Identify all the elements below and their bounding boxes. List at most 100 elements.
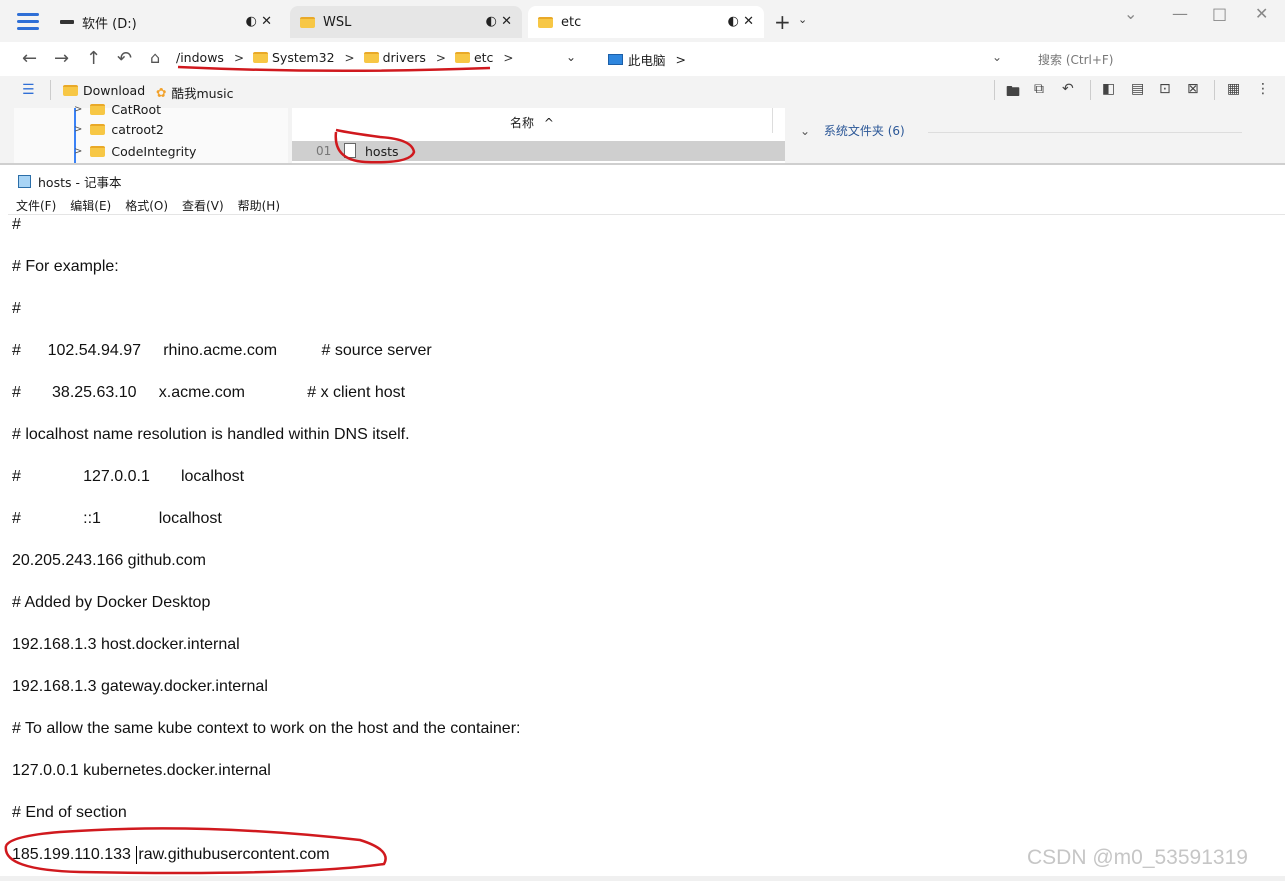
menu-icon[interactable] (17, 13, 39, 31)
chevron-down-icon[interactable]: ⌄ (798, 13, 807, 26)
group-system-folders[interactable]: ⌄ 系统文件夹 (6) (800, 122, 905, 139)
chevron-right-icon: > (233, 50, 244, 65)
close-icon[interactable]: ✕ (1255, 4, 1268, 23)
chevron-right-icon: > (675, 52, 686, 67)
breadcrumb-windows[interactable]: /indows (176, 50, 224, 65)
bookmark-label: Download (83, 83, 146, 98)
text-line: # ::1 localhost (12, 510, 222, 527)
tab-close-icon[interactable]: ◐ ✕ (246, 14, 272, 29)
folder-icon (90, 146, 106, 157)
crumb-label: /indows (176, 50, 224, 65)
file-icon (344, 143, 356, 158)
breadcrumb[interactable]: /indows > System32 > drivers > etc > (176, 50, 522, 65)
ip-text: 185.199.110.133 (12, 846, 131, 864)
tree-item-catroot2[interactable]: > catroot2 (74, 122, 164, 137)
terminal-icon[interactable]: ⊡ (1159, 81, 1171, 97)
close-pane-icon[interactable]: ⊠ (1187, 81, 1199, 97)
text-line: 192.168.1.3 gateway.docker.internal (12, 678, 268, 695)
computer-icon (608, 54, 623, 65)
undo-icon[interactable]: ↶ (117, 48, 132, 69)
bottom-border (0, 876, 1285, 881)
tree-item-catroot[interactable]: > CatRoot (74, 102, 161, 117)
divider (50, 80, 51, 100)
text-line: # (12, 300, 21, 317)
up-icon[interactable]: ↑ (86, 48, 101, 69)
folder-icon (363, 52, 379, 63)
folder-icon (300, 16, 315, 28)
drive-icon (60, 20, 74, 24)
home-icon[interactable]: ⌂ (150, 48, 160, 67)
minimize-window-icon[interactable]: — (1172, 4, 1188, 23)
minimize-icon[interactable]: ⌄ (1124, 4, 1137, 23)
layout-icon[interactable]: ▦ (1227, 81, 1240, 97)
copy-path-icon[interactable]: ⧉ (1034, 81, 1044, 97)
tab-bar: 软件 (D:) ◐ ✕ WSL ◐ ✕ etc ◐ ✕ + ⌄ ⌄ — □ ✕ (0, 0, 1285, 42)
row-index: 01 (316, 144, 332, 158)
text-line: # To allow the same kube context to work… (12, 720, 521, 737)
file-list: 名称 ^ 01 hosts (292, 108, 785, 165)
breadcrumb-etc[interactable]: etc (454, 50, 493, 65)
address-row: ← → ↑ ↶ ⌂ /indows > System32 > drivers >… (0, 42, 1285, 76)
maximize-icon[interactable]: □ (1212, 4, 1227, 23)
folder-icon (63, 85, 78, 96)
back-icon[interactable]: ← (22, 48, 37, 69)
tab-etc[interactable]: etc ◐ ✕ (528, 6, 764, 38)
text-line: # End of section (12, 804, 127, 821)
menu-divider (8, 214, 1285, 215)
watermark: CSDN @m0_53591319 (1027, 846, 1248, 869)
tab-label: WSL (323, 14, 352, 30)
divider (1090, 80, 1091, 100)
tab-wsl[interactable]: WSL ◐ ✕ (290, 6, 522, 38)
breadcrumb-system32[interactable]: System32 (253, 50, 335, 65)
new-tab-icon[interactable]: + (774, 10, 791, 34)
search-dropdown-icon[interactable]: ⌄ (992, 50, 1002, 64)
tree-view-icon[interactable]: ☰ (22, 82, 35, 98)
group-label: 系统文件夹 (6) (823, 124, 905, 138)
menu-edit[interactable]: 编辑(E) (70, 197, 111, 214)
group-separator (928, 132, 1242, 133)
this-pc-link[interactable]: 此电脑 > (608, 50, 686, 69)
bookmark-download[interactable]: Download (63, 83, 145, 98)
chevron-right-icon: > (435, 50, 446, 65)
text-line: 20.205.243.166 github.com (12, 552, 206, 569)
undo-icon[interactable]: ↶ (1062, 81, 1074, 97)
music-icon: ✿ (156, 85, 167, 100)
file-row-hosts[interactable]: 01 hosts (292, 141, 785, 161)
window-title: hosts - 记事本 (38, 175, 122, 190)
tab-label: 软件 (D:) (82, 16, 137, 32)
tab-close-icon[interactable]: ◐ ✕ (728, 14, 754, 29)
window-divider (0, 163, 1285, 165)
text-line: 192.168.1.3 host.docker.internal (12, 636, 240, 653)
folder-icon (454, 52, 470, 63)
bookmark-bar: ☰ Download ✿ 酷我music 🖿 ⧉ ↶ ◧ ▤ ⊡ ⊠ ▦ ⋮ (0, 76, 1285, 106)
tab-label: etc (561, 14, 582, 30)
address-dropdown-icon[interactable]: ⌄ (566, 50, 576, 64)
menu-format[interactable]: 格式(O) (125, 197, 168, 214)
tab-close-icon[interactable]: ◐ ✕ (486, 14, 512, 29)
this-pc-label: 此电脑 (628, 53, 666, 68)
menu-view[interactable]: 查看(V) (182, 197, 224, 214)
crumb-label: System32 (272, 50, 335, 65)
menu-help[interactable]: 帮助(H) (238, 197, 280, 214)
breadcrumb-drivers[interactable]: drivers (363, 50, 426, 65)
left-pane-icon[interactable]: ◧ (1102, 81, 1115, 97)
new-folder-icon[interactable]: 🖿 (1006, 81, 1020, 105)
text-line: # 127.0.0.1 localhost (12, 468, 245, 485)
column-divider[interactable] (772, 108, 773, 133)
text-line: # Added by Docker Desktop (12, 594, 211, 611)
bookmark-kuwo-music[interactable]: ✿ 酷我music (156, 83, 233, 102)
search-input[interactable]: 搜索 (Ctrl+F) (1038, 51, 1114, 68)
top-pane-icon[interactable]: ▤ (1131, 81, 1144, 97)
divider (1214, 80, 1215, 100)
tab-drive-d[interactable]: 软件 (D:) ◐ ✕ (50, 6, 282, 38)
forward-icon[interactable]: → (54, 48, 69, 69)
host-text: raw.githubusercontent.com (138, 846, 330, 864)
tree-item-codeintegrity[interactable]: > CodeIntegrity (74, 144, 196, 159)
menu-file[interactable]: 文件(F) (16, 197, 56, 214)
column-header-name[interactable]: 名称 ^ (292, 114, 772, 131)
more-icon[interactable]: ⋮ (1256, 81, 1270, 97)
text-line: # 38.25.63.10 x.acme.com # x client host (12, 384, 406, 401)
notepad-icon (18, 175, 31, 188)
file-name: hosts (365, 144, 399, 159)
tree-item-label: CodeIntegrity (111, 144, 197, 159)
